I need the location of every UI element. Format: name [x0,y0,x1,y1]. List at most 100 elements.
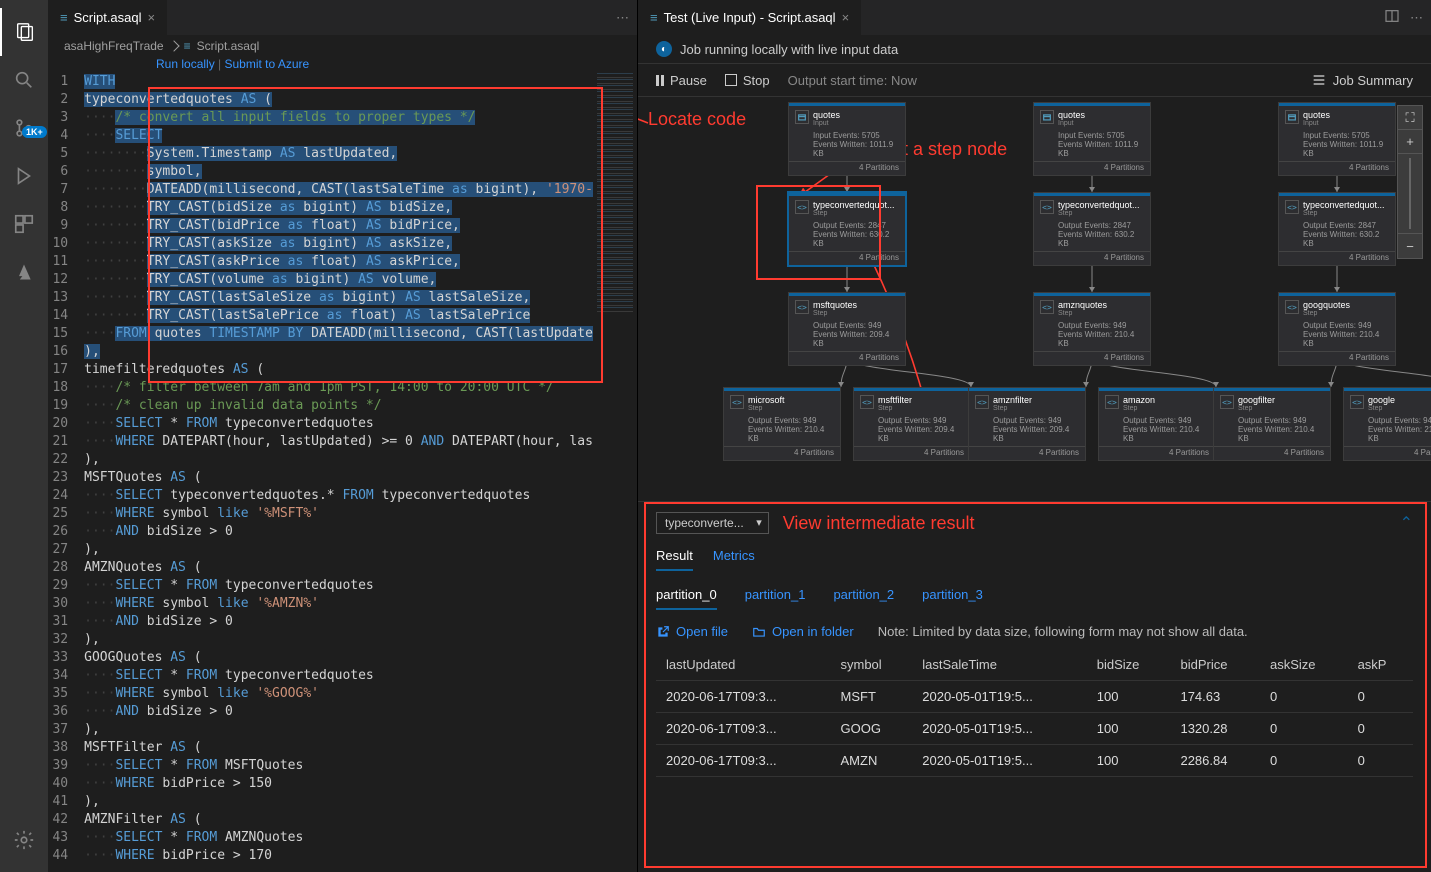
line-gutter: 1234567891011121314151617181920212223242… [48,71,84,872]
running-icon: ◐ [656,41,672,57]
node-type-icon: <> [1285,300,1299,314]
partition-tab[interactable]: partition_0 [656,587,717,610]
table-row: 2020-06-17T09:3...MSFT2020-05-01T19:5...… [656,681,1413,713]
node-type-icon: <> [1285,200,1299,214]
partition-tab[interactable]: partition_1 [745,587,806,610]
node-type-icon: <> [975,395,989,409]
zoom-slider[interactable] [1398,154,1422,234]
annotation-text: Locate code [648,109,746,130]
node-type-icon: <> [1040,300,1054,314]
node-type-icon [795,110,809,124]
job-summary-button[interactable]: Job Summary [1311,72,1413,88]
result-tabs: Result Metrics [656,548,1413,571]
editor-tab[interactable]: ≡ Script.asaql × [48,0,168,35]
diagram-node[interactable]: <> amznfilterStep Output Events: 949Even… [968,387,1086,461]
minimap[interactable] [593,71,637,872]
chevron-right-icon [168,40,179,51]
close-icon[interactable]: × [842,10,850,25]
col-header: bidSize [1087,649,1171,681]
file-icon: ≡ [650,10,658,25]
close-icon[interactable]: × [148,10,156,25]
submit-azure-link[interactable]: Submit to Azure [225,57,310,71]
diagram-node[interactable]: quotesInput Input Events: 5705Events Wri… [788,102,906,176]
partition-tabs: partition_0 partition_1 partition_2 partiti… [656,587,1413,610]
settings-gear-icon[interactable] [0,816,48,864]
job-diagram[interactable]: Locate code Select a step node quotesInp… [638,97,1431,501]
col-header: symbol [831,649,913,681]
search-icon[interactable] [0,56,48,104]
tab-label: Script.asaql [74,10,142,25]
result-table: lastUpdatedsymbollastSaleTimebidSizebidP… [656,649,1413,777]
extensions-icon[interactable] [0,200,48,248]
collapse-icon[interactable]: ⌃ [1400,513,1413,533]
code-lens: Run locally | Submit to Azure [48,57,637,71]
run-locally-link[interactable]: Run locally [156,57,215,71]
open-file-button[interactable]: Open file [656,624,728,639]
run-debug-icon[interactable] [0,152,48,200]
pause-button[interactable]: Pause [656,73,707,88]
zoom-in-icon[interactable]: + [1398,130,1422,154]
tab-metrics[interactable]: Metrics [713,548,755,571]
diagram-node[interactable]: quotesInput Input Events: 5705Events Wri… [1033,102,1151,176]
partition-tab[interactable]: partition_3 [922,587,983,610]
output-start-label: Output start time: Now [788,73,917,88]
editor-panel: ≡ Script.asaql × ⋯ asaHighFreqTrade ≡ Sc… [48,0,638,872]
diagram-node[interactable]: <> googfilterStep Output Events: 949Even… [1213,387,1331,461]
node-type-icon: <> [1350,395,1364,409]
col-header: askSize [1260,649,1348,681]
more-icon[interactable]: ⋯ [1410,10,1423,26]
partition-tab[interactable]: partition_2 [833,587,894,610]
col-header: askP [1348,649,1413,681]
node-type-icon: <> [730,395,744,409]
diagram-node[interactable]: <> typeconvertedquot...Step Output Event… [1033,192,1151,266]
activity-bar [0,0,48,872]
test-toolbar: Pause Stop Output start time: Now Job Su… [638,63,1431,97]
results-panel: typeconverte... View intermediate result… [638,501,1431,872]
breadcrumb[interactable]: asaHighFreqTrade ≡ Script.asaql [48,35,637,57]
col-header: lastUpdated [656,649,831,681]
status-line: ◐ Job running locally with live input da… [638,35,1431,63]
zoom-controls[interactable]: ⛶ + − [1397,105,1423,259]
node-type-icon: <> [860,395,874,409]
code-area[interactable]: WITHtypeconvertedquotes AS (····/* conve… [84,71,593,872]
node-type-icon [1040,110,1054,124]
col-header: bidPrice [1170,649,1260,681]
tab-result[interactable]: Result [656,548,693,571]
stop-button[interactable]: Stop [725,73,770,88]
azure-icon[interactable] [0,248,48,296]
editor-tab-bar: ≡ Script.asaql × ⋯ [48,0,637,35]
diagram-node[interactable]: <> amznquotesStep Output Events: 949Even… [1033,292,1151,366]
node-type-icon [1285,110,1299,124]
test-tab-bar: ≡ Test (Live Input) - Script.asaql × ⋯ [638,0,1431,35]
diagram-node[interactable]: <> googleStep Output Events: 949Events W… [1343,387,1431,461]
node-type-icon: <> [1105,395,1119,409]
step-dropdown[interactable]: typeconverte... [656,512,769,534]
results-note: Note: Limited by data size, following fo… [878,624,1248,639]
fit-icon[interactable]: ⛶ [1398,106,1422,130]
node-type-icon: <> [1220,395,1234,409]
test-tab[interactable]: ≡ Test (Live Input) - Script.asaql × [638,0,861,35]
diagram-node[interactable]: <> msftfilterStep Output Events: 949Even… [853,387,971,461]
diagram-node[interactable]: <> googquotesStep Output Events: 949Even… [1278,292,1396,366]
node-type-icon: <> [795,300,809,314]
diagram-node[interactable]: quotesInput Input Events: 5705Events Wri… [1278,102,1396,176]
split-editor-icon[interactable] [1384,8,1400,27]
col-header: lastSaleTime [912,649,1087,681]
tab-more-icon[interactable]: ⋯ [616,10,629,26]
source-control-icon[interactable] [0,104,48,152]
node-type-icon: <> [1040,200,1054,214]
annotation-text: View intermediate result [783,513,975,534]
code-editor[interactable]: 1234567891011121314151617181920212223242… [48,71,637,872]
diagram-node[interactable]: <> typeconvertedquot...Step Output Event… [788,192,906,266]
explorer-icon[interactable] [0,8,48,56]
open-folder-button[interactable]: Open in folder [752,624,854,639]
zoom-out-icon[interactable]: − [1398,234,1422,258]
test-panel: ≡ Test (Live Input) - Script.asaql × ⋯ ◐… [638,0,1431,872]
diagram-node[interactable]: <> amazonStep Output Events: 949Events W… [1098,387,1216,461]
diagram-node[interactable]: <> microsoftStep Output Events: 949Event… [723,387,841,461]
table-row: 2020-06-17T09:3...AMZN2020-05-01T19:5...… [656,745,1413,777]
diagram-node[interactable]: <> typeconvertedquot...Step Output Event… [1278,192,1396,266]
table-row: 2020-06-17T09:3...GOOG2020-05-01T19:5...… [656,713,1413,745]
diagram-node[interactable]: <> msftquotesStep Output Events: 949Even… [788,292,906,366]
file-icon: ≡ [60,10,68,25]
